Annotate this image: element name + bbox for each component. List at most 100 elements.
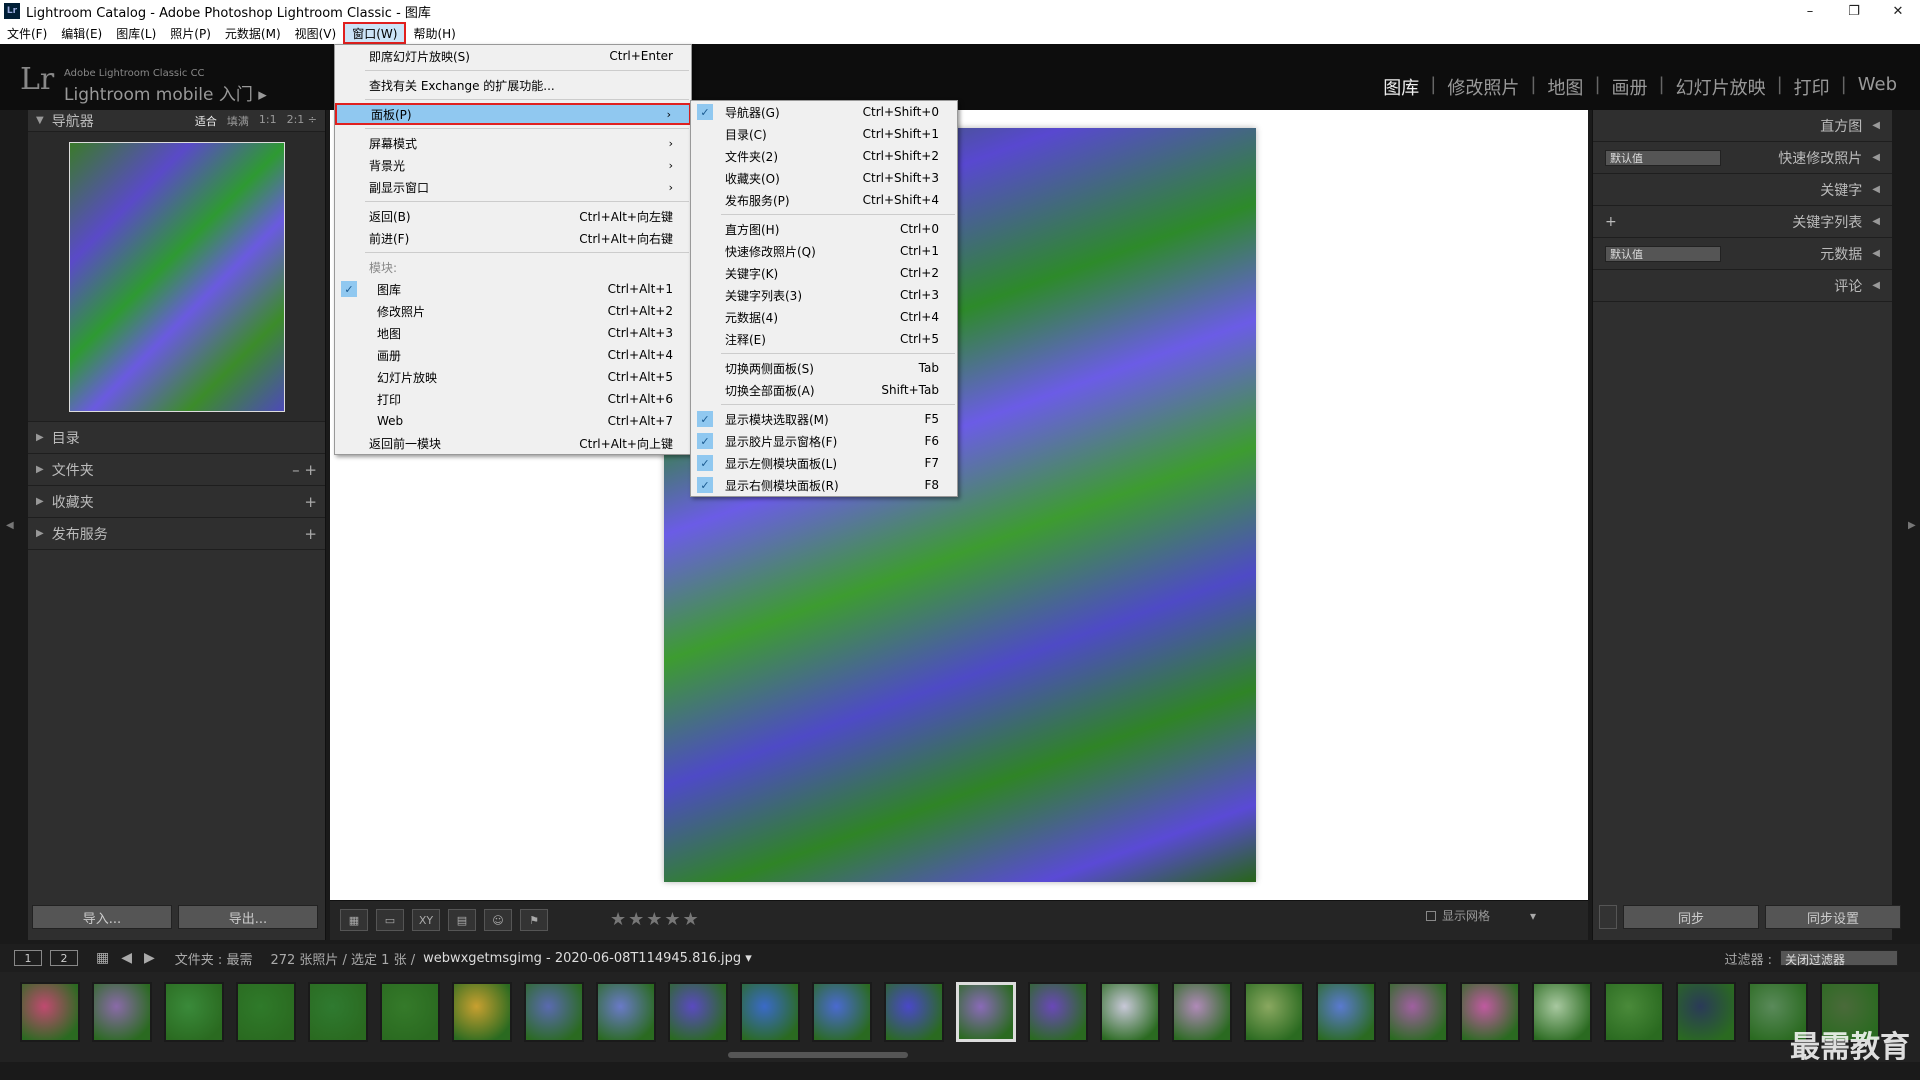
- menu-item[interactable]: 返回前一模块 Ctrl+Alt+向上键: [335, 432, 691, 454]
- menu-item[interactable]: 副显示窗口 ›: [335, 176, 691, 198]
- left-panel-collapse-icon[interactable]: ◀: [6, 520, 14, 531]
- left-section-3[interactable]: ▶ 发布服务 +: [28, 518, 325, 550]
- menu-item[interactable]: 目录(C) Ctrl+Shift+1: [691, 123, 957, 145]
- restore-button[interactable]: ❐: [1832, 0, 1876, 22]
- film-thumbnail[interactable]: [1532, 982, 1592, 1042]
- sync-toggle-switch[interactable]: [1599, 905, 1617, 929]
- menu-item[interactable]: 切换全部面板(A) Shift+Tab: [691, 379, 957, 401]
- film-thumbnail[interactable]: [956, 982, 1016, 1042]
- source-path[interactable]: 文件夹 : 最需: [175, 949, 253, 968]
- menu-item[interactable]: 收藏夹(O) Ctrl+Shift+3: [691, 167, 957, 189]
- right-section-3[interactable]: + 关键字列表 ◀: [1593, 206, 1892, 238]
- right-section-1[interactable]: 默认值 快速修改照片 ◀: [1593, 142, 1892, 174]
- flag-icon[interactable]: ⚑: [520, 909, 548, 931]
- section-actions[interactable]: +: [304, 493, 317, 511]
- loupe-view-icon[interactable]: ▭: [376, 909, 404, 931]
- grid-shortcut-icon[interactable]: ▦: [96, 950, 109, 966]
- add-keyword-icon[interactable]: +: [1605, 214, 1617, 230]
- menu-item[interactable]: 屏幕模式 ›: [335, 132, 691, 154]
- menu-item[interactable]: ✓ 显示胶片显示窗格(F) F6: [691, 430, 957, 452]
- monitor-button-0[interactable]: 1: [14, 950, 42, 966]
- show-grid-control[interactable]: 显示网格 ▾: [1425, 907, 1536, 924]
- menu-item[interactable]: 即席幻灯片放映(S) Ctrl+Enter: [335, 45, 691, 67]
- film-thumbnail[interactable]: [668, 982, 728, 1042]
- module-1[interactable]: 修改照片: [1436, 74, 1530, 100]
- film-thumbnail[interactable]: [236, 982, 296, 1042]
- film-thumbnail[interactable]: [740, 982, 800, 1042]
- menu-item[interactable]: 文件夹(2) Ctrl+Shift+2: [691, 145, 957, 167]
- star-rating[interactable]: ★★★★★: [610, 909, 701, 930]
- film-thumbnail[interactable]: [20, 982, 80, 1042]
- film-thumbnail[interactable]: [1388, 982, 1448, 1042]
- film-thumbnail[interactable]: [1172, 982, 1232, 1042]
- import-button[interactable]: 导入...: [32, 905, 172, 929]
- menu-item[interactable]: 幻灯片放映 Ctrl+Alt+5: [335, 366, 691, 388]
- film-thumbnail[interactable]: [524, 982, 584, 1042]
- module-6[interactable]: Web: [1847, 74, 1908, 100]
- menu-item[interactable]: 前进(F) Ctrl+Alt+向右键: [335, 227, 691, 249]
- film-thumbnail[interactable]: [164, 982, 224, 1042]
- right-section-5[interactable]: 评论 ◀: [1593, 270, 1892, 302]
- sync-settings-button[interactable]: 同步设置: [1765, 905, 1901, 929]
- menu-item[interactable]: 背景光 ›: [335, 154, 691, 176]
- left-section-1[interactable]: ▶ 文件夹 – +: [28, 454, 325, 486]
- menu-item[interactable]: 修改照片 Ctrl+Alt+2: [335, 300, 691, 322]
- menu-item[interactable]: ✓ 显示右侧模块面板(R) F8: [691, 474, 957, 496]
- module-4[interactable]: 幻灯片放映: [1665, 74, 1777, 100]
- menu-item[interactable]: 返回(B) Ctrl+Alt+向左键: [335, 205, 691, 227]
- menu-item[interactable]: 画册 Ctrl+Alt+4: [335, 344, 691, 366]
- survey-view-icon[interactable]: ▤: [448, 909, 476, 931]
- film-thumbnail[interactable]: [452, 982, 512, 1042]
- zoom-option-2[interactable]: 1:1: [259, 113, 277, 129]
- film-thumbnail[interactable]: [884, 982, 944, 1042]
- menu-7[interactable]: 帮助(H): [406, 22, 462, 44]
- section-actions[interactable]: – +: [292, 461, 317, 479]
- menu-item[interactable]: 直方图(H) Ctrl+0: [691, 218, 957, 240]
- menu-item[interactable]: 地图 Ctrl+Alt+3: [335, 322, 691, 344]
- sync-button[interactable]: 同步: [1623, 905, 1759, 929]
- zoom-option-0[interactable]: 适合: [195, 113, 217, 129]
- film-thumbnail[interactable]: [1244, 982, 1304, 1042]
- compare-view-icon[interactable]: XY: [412, 909, 440, 931]
- film-thumbnail[interactable]: [1100, 982, 1160, 1042]
- menu-item[interactable]: ✓ 图库 Ctrl+Alt+1: [335, 278, 691, 300]
- menu-item[interactable]: 打印 Ctrl+Alt+6: [335, 388, 691, 410]
- minimize-button[interactable]: –: [1788, 0, 1832, 22]
- navigator-image[interactable]: [68, 141, 285, 412]
- menu-0[interactable]: 文件(F): [0, 22, 54, 44]
- module-2[interactable]: 地图: [1536, 74, 1594, 100]
- menu-item[interactable]: 快速修改照片(Q) Ctrl+1: [691, 240, 957, 262]
- module-3[interactable]: 画册: [1601, 74, 1659, 100]
- film-thumbnail[interactable]: [812, 982, 872, 1042]
- menu-6[interactable]: 窗口(W): [343, 22, 407, 44]
- menu-item[interactable]: ✓ 导航器(G) Ctrl+Shift+0: [691, 101, 957, 123]
- film-thumbnail[interactable]: [596, 982, 656, 1042]
- menu-3[interactable]: 照片(P): [163, 22, 218, 44]
- menu-item[interactable]: 切换两侧面板(S) Tab: [691, 357, 957, 379]
- left-section-0[interactable]: ▶ 目录: [28, 422, 325, 454]
- menu-item[interactable]: ✓ 显示左侧模块面板(L) F7: [691, 452, 957, 474]
- menu-item[interactable]: 注释(E) Ctrl+5: [691, 328, 957, 350]
- menu-item[interactable]: 面板(P) ›: [335, 103, 691, 125]
- people-view-icon[interactable]: ☺: [484, 909, 512, 931]
- navigator-header[interactable]: ▼ 导航器 适合 填满 1:1 2:1 ÷: [28, 110, 325, 132]
- menu-4[interactable]: 元数据(M): [218, 22, 288, 44]
- preset-select[interactable]: 默认值: [1605, 149, 1721, 166]
- forward-arrow-icon[interactable]: ▶: [144, 950, 155, 966]
- section-actions[interactable]: +: [304, 525, 317, 543]
- monitor-button-1[interactable]: 2: [50, 950, 78, 966]
- close-button[interactable]: ✕: [1876, 0, 1920, 22]
- menu-item[interactable]: 关键字列表(3) Ctrl+3: [691, 284, 957, 306]
- film-thumbnail[interactable]: [308, 982, 368, 1042]
- menu-item[interactable]: 元数据(4) Ctrl+4: [691, 306, 957, 328]
- menu-1[interactable]: 编辑(E): [54, 22, 109, 44]
- module-5[interactable]: 打印: [1783, 74, 1841, 100]
- back-arrow-icon[interactable]: ◀: [121, 950, 132, 966]
- film-thumbnail[interactable]: [380, 982, 440, 1042]
- show-grid-checkbox[interactable]: [1425, 910, 1436, 921]
- export-button[interactable]: 导出...: [178, 905, 318, 929]
- preset-select[interactable]: 默认值: [1605, 245, 1721, 262]
- film-thumbnail[interactable]: [1676, 982, 1736, 1042]
- grid-view-icon[interactable]: ▦: [340, 909, 368, 931]
- right-section-4[interactable]: 默认值 元数据 ◀: [1593, 238, 1892, 270]
